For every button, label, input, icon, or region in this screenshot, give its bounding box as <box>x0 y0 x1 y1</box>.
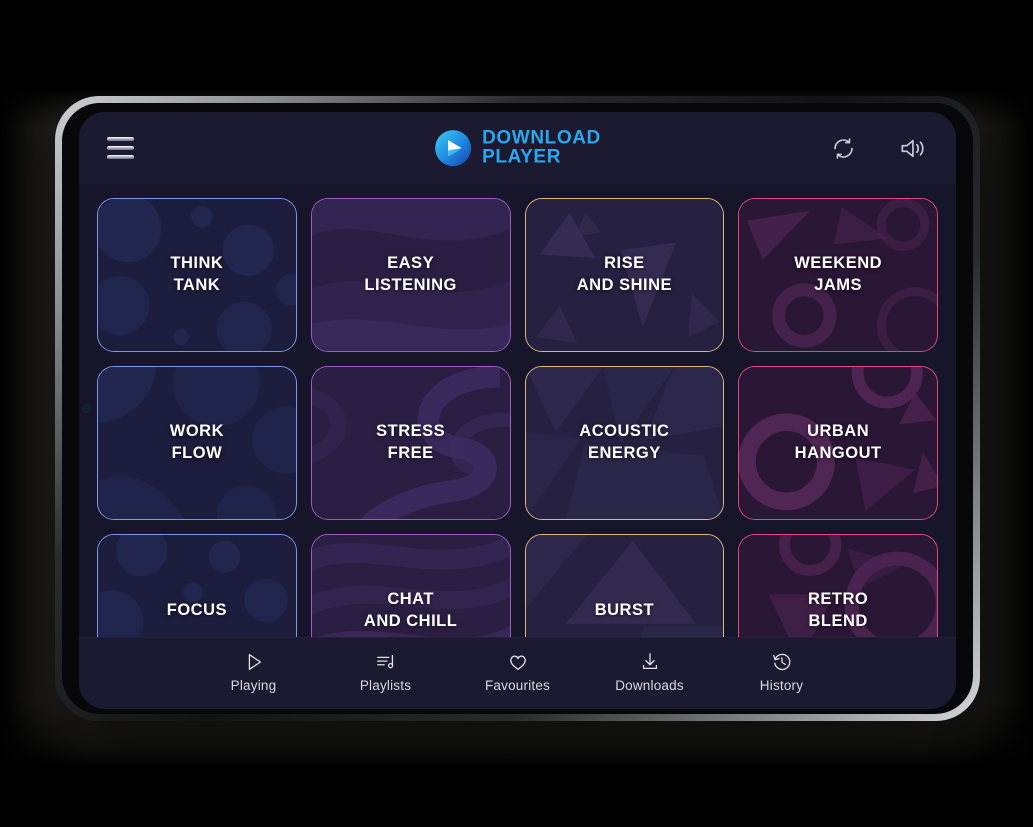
playlist-tile[interactable]: WORK FLOW <box>97 366 297 520</box>
playlist-tile[interactable]: WEEKEND JAMS <box>738 198 938 352</box>
playlist-grid: THINK TANK EASY LISTENING RISE AND SHINE… <box>79 184 956 637</box>
nav-item-playlists[interactable]: Playlists <box>349 651 423 693</box>
nav-label: Playlists <box>359 677 412 693</box>
play-icon <box>248 653 261 670</box>
tile-title: CHAT AND CHILL <box>363 590 458 630</box>
app-logo: DOWNLOAD PLAYER <box>434 127 601 168</box>
nav-item-downloads[interactable]: Downloads <box>613 651 687 693</box>
playlist-tile[interactable]: BURST <box>524 534 725 637</box>
refresh-icon[interactable] <box>830 135 857 162</box>
tile-title: EASY LISTENING <box>364 254 457 294</box>
nav-label: Favourites <box>484 677 551 693</box>
playlist-tile[interactable]: CHAT AND CHILL <box>310 534 511 637</box>
front-camera-icon <box>83 405 90 412</box>
tile-title: RISE AND SHINE <box>576 254 672 294</box>
playlist-tile[interactable]: THINK TANK <box>97 198 297 352</box>
tablet-bezel: DOWNLOAD PLAYER THINK TANK EASY LISTENIN… <box>62 103 973 714</box>
nav-label: Downloads <box>615 677 684 693</box>
volume-icon[interactable] <box>899 135 928 162</box>
playlist-tile[interactable]: ACOUSTIC ENERGY <box>524 366 725 520</box>
playlist-tile[interactable]: FOCUS <box>97 534 297 637</box>
play-logo-icon <box>434 130 471 166</box>
playlist-icon <box>376 654 393 668</box>
tile-title: WORK FLOW <box>169 422 224 462</box>
tile-title: THINK TANK <box>170 254 224 294</box>
playlist-tile[interactable]: EASY LISTENING <box>310 198 511 352</box>
app-header: DOWNLOAD PLAYER <box>79 112 956 184</box>
app-screen: DOWNLOAD PLAYER THINK TANK EASY LISTENIN… <box>79 112 956 709</box>
nav-item-playing[interactable]: Playing <box>217 651 291 693</box>
bottom-navigation: Playing Playlists Favourites Downloads H… <box>79 637 956 709</box>
playlist-tile[interactable]: RETRO BLEND <box>738 534 938 637</box>
brand-line-2: PLAYER <box>482 147 562 168</box>
download-icon <box>642 652 657 669</box>
heart-icon <box>509 655 526 670</box>
tile-title: BURST <box>594 601 655 620</box>
playlist-tile[interactable]: URBAN HANGOUT <box>738 366 938 520</box>
playlist-tile[interactable]: RISE AND SHINE <box>524 198 725 352</box>
playlist-tile[interactable]: STRESS FREE <box>310 366 511 520</box>
nav-label: Playing <box>230 677 277 693</box>
header-actions <box>830 135 928 162</box>
nav-label: History <box>759 677 804 693</box>
menu-icon[interactable] <box>107 137 134 159</box>
tile-title: STRESS FREE <box>376 422 446 462</box>
nav-item-history[interactable]: History <box>745 651 819 693</box>
brand-line-1: DOWNLOAD <box>482 127 601 149</box>
history-icon <box>772 653 790 670</box>
tablet-device: DOWNLOAD PLAYER THINK TANK EASY LISTENIN… <box>55 96 980 721</box>
tile-title: URBAN HANGOUT <box>794 422 882 462</box>
tile-title: WEEKEND JAMS <box>794 254 883 294</box>
tile-title: RETRO BLEND <box>808 590 869 630</box>
tile-title: ACOUSTIC ENERGY <box>579 422 670 462</box>
nav-item-favourites[interactable]: Favourites <box>481 651 555 693</box>
tile-title: FOCUS <box>166 601 227 620</box>
